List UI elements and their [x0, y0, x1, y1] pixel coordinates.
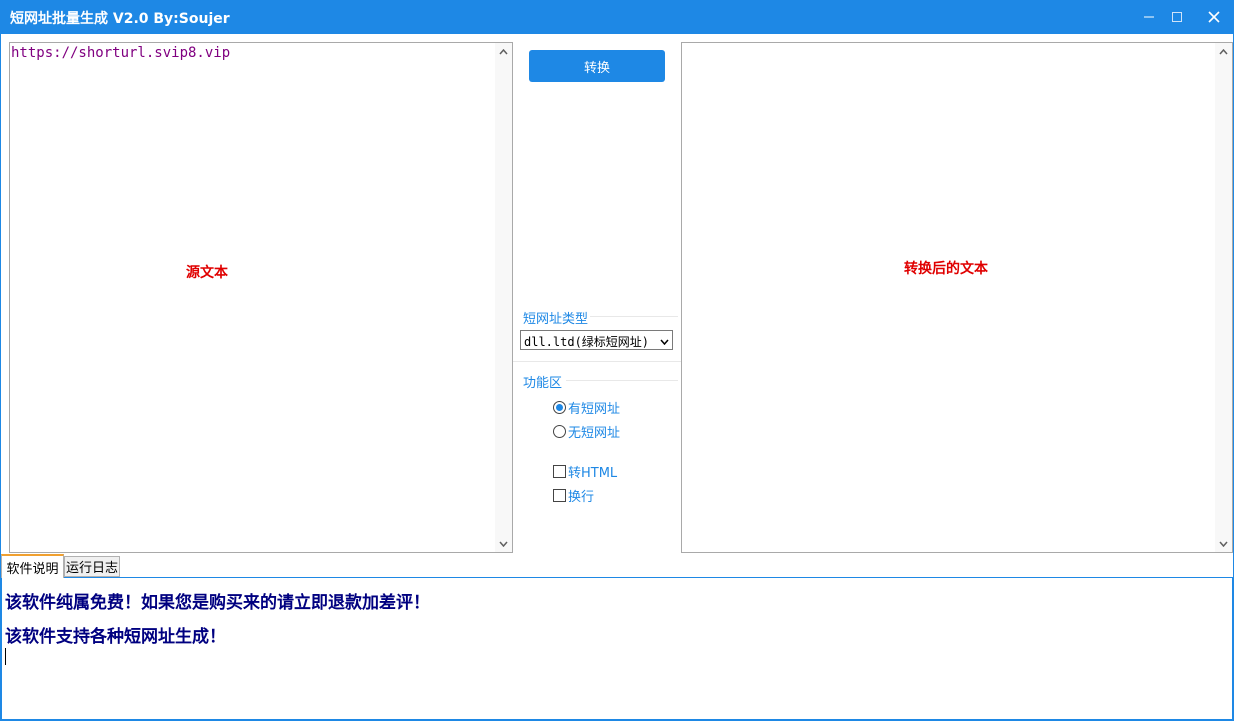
short-url-type-label: 短网址类型 — [523, 312, 589, 327]
scroll-up-button[interactable] — [495, 43, 512, 60]
tab-run-log[interactable]: 运行日志 — [64, 556, 120, 577]
radio-without-short-url-label: 无短网址 — [568, 426, 621, 441]
short-url-type-select[interactable]: dll.ltd(绿标短网址) — [520, 330, 673, 350]
minimize-icon — [1144, 16, 1154, 18]
scroll-up-button[interactable] — [1215, 43, 1232, 60]
chevron-down-icon — [1219, 541, 1228, 547]
select-arrow — [660, 334, 669, 348]
source-placeholder: 源文本 — [186, 265, 228, 281]
tab-software-info[interactable]: 软件说明 — [1, 554, 64, 578]
source-text: https://shorturl.svip8.vip — [11, 45, 231, 61]
title-bar: 短网址批量生成 V2.0 By:Soujer — [0, 0, 1234, 34]
info-panel[interactable]: 该软件纯属免费！如果您是购买来的请立即退款加差评！ 该软件支持各种短网址生成！ — [1, 577, 1233, 720]
chevron-down-icon — [499, 541, 508, 547]
group-divider — [590, 316, 678, 317]
radio-with-short-url-label: 有短网址 — [568, 402, 621, 417]
maximize-button[interactable] — [1160, 0, 1194, 34]
radio-with-short-url[interactable]: 有短网址 — [553, 398, 620, 417]
result-placeholder: 转换后的文本 — [904, 261, 988, 277]
close-button[interactable] — [1197, 0, 1231, 34]
close-icon — [1208, 11, 1220, 23]
function-area-label: 功能区 — [523, 376, 563, 391]
info-line-1: 该软件纯属免费！如果您是购买来的请立即退款加差评！ — [5, 593, 430, 613]
result-scrollbar[interactable] — [1215, 43, 1232, 552]
short-url-type-value: dll.ltd(绿标短网址) — [524, 335, 650, 349]
radio-without-short-url[interactable]: 无短网址 — [553, 422, 620, 441]
convert-button[interactable]: 转换 — [529, 50, 665, 82]
source-scrollbar[interactable] — [495, 43, 512, 552]
checkbox-newline-label: 换行 — [568, 490, 595, 505]
checkbox-to-html-label: 转HTML — [568, 466, 618, 481]
chevron-up-icon — [499, 48, 508, 54]
scroll-down-button[interactable] — [1215, 535, 1232, 552]
radio-unchecked-icon — [553, 425, 566, 438]
checkbox-unchecked-icon — [553, 465, 566, 478]
text-caret — [5, 648, 6, 665]
radio-checked-icon — [553, 401, 566, 414]
checkbox-newline[interactable]: 换行 — [553, 486, 594, 505]
maximize-icon — [1172, 12, 1182, 22]
group-divider — [566, 380, 678, 381]
chevron-up-icon — [1219, 48, 1228, 54]
window-title: 短网址批量生成 V2.0 By:Soujer — [10, 11, 230, 27]
result-text-area[interactable]: 转换后的文本 — [681, 42, 1233, 553]
checkbox-to-html[interactable]: 转HTML — [553, 462, 617, 481]
group-divider — [513, 361, 681, 362]
checkbox-unchecked-icon — [553, 489, 566, 502]
source-text-area[interactable]: https://shorturl.svip8.vip 源文本 — [9, 42, 513, 553]
chevron-down-icon — [660, 339, 669, 346]
info-line-2: 该软件支持各种短网址生成！ — [5, 627, 226, 647]
scroll-down-button[interactable] — [495, 535, 512, 552]
